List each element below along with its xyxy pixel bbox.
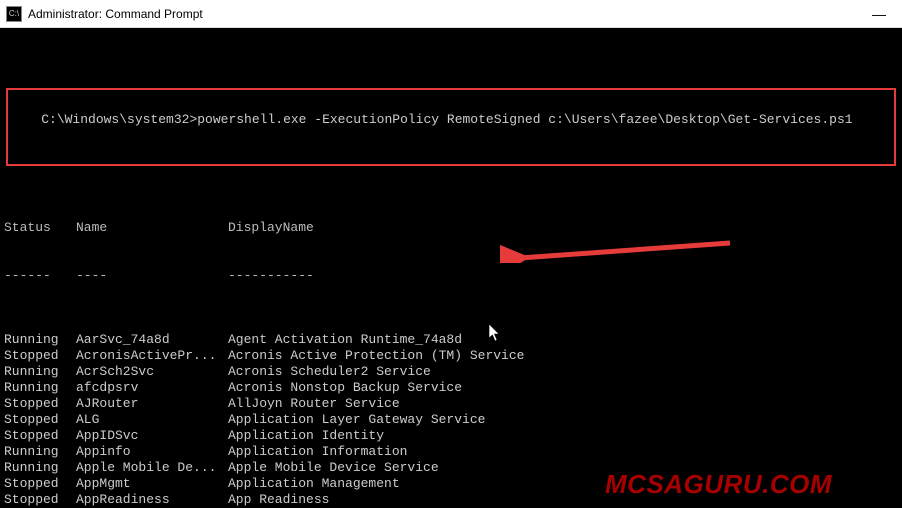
service-status: Stopped [4,412,76,428]
service-name: AppMgmt [76,476,228,492]
table-header: Status Name DisplayName [4,220,898,236]
service-status: Running [4,444,76,460]
service-name: ALG [76,412,228,428]
service-displayname: Acronis Nonstop Backup Service [228,380,898,396]
service-status: Running [4,460,76,476]
service-status: Stopped [4,348,76,364]
service-name: AppIDSvc [76,428,228,444]
service-name: afcdpsrv [76,380,228,396]
window-title: Administrator: Command Prompt [28,7,203,21]
table-row: RunningAcrSch2SvcAcronis Scheduler2 Serv… [4,364,898,380]
table-row: StoppedAJRouterAllJoyn Router Service [4,396,898,412]
service-status: Running [4,364,76,380]
service-status: Stopped [4,396,76,412]
header-displayname: DisplayName [228,220,898,236]
service-name: AcronisActivePr... [76,348,228,364]
service-status: Running [4,380,76,396]
service-name: Appinfo [76,444,228,460]
table-row: RunningAppinfoApplication Information [4,444,898,460]
header-name: Name [76,220,228,236]
service-status: Stopped [4,492,76,508]
service-displayname: Acronis Active Protection (TM) Service [228,348,898,364]
service-status: Stopped [4,428,76,444]
minimize-button[interactable]: — [862,0,896,27]
command-text: powershell.exe -ExecutionPolicy RemoteSi… [197,112,852,127]
service-displayname: Acronis Scheduler2 Service [228,364,898,380]
window-titlebar: C:\ Administrator: Command Prompt — [0,0,902,28]
service-status: Stopped [4,476,76,492]
service-displayname: Agent Activation Runtime_74a8d [228,332,898,348]
service-name: AppReadiness [76,492,228,508]
table-row: RunningAarSvc_74a8dAgent Activation Runt… [4,332,898,348]
service-displayname: AllJoyn Router Service [228,396,898,412]
table-row: StoppedALGApplication Layer Gateway Serv… [4,412,898,428]
prompt-path: C:\Windows\system32> [41,112,197,127]
service-displayname: Application Layer Gateway Service [228,412,898,428]
service-name: Apple Mobile De... [76,460,228,476]
table-row: StoppedAcronisActivePr...Acronis Active … [4,348,898,364]
service-status: Running [4,332,76,348]
table-divider: ------ ---- ----------- [4,268,898,284]
header-status: Status [4,220,76,236]
service-displayname: Application Identity [228,428,898,444]
terminal-area[interactable]: C:\Windows\system32>powershell.exe -Exec… [0,28,902,508]
cmd-icon: C:\ [6,6,22,22]
table-row: StoppedAppIDSvcApplication Identity [4,428,898,444]
service-name: AcrSch2Svc [76,364,228,380]
command-line: C:\Windows\system32>powershell.exe -Exec… [41,112,852,127]
table-row: RunningafcdpsrvAcronis Nonstop Backup Se… [4,380,898,396]
watermark-text: MCSAGURU.COM [605,476,832,492]
command-highlight-box: C:\Windows\system32>powershell.exe -Exec… [6,88,896,166]
service-name: AJRouter [76,396,228,412]
service-displayname: Application Information [228,444,898,460]
service-name: AarSvc_74a8d [76,332,228,348]
